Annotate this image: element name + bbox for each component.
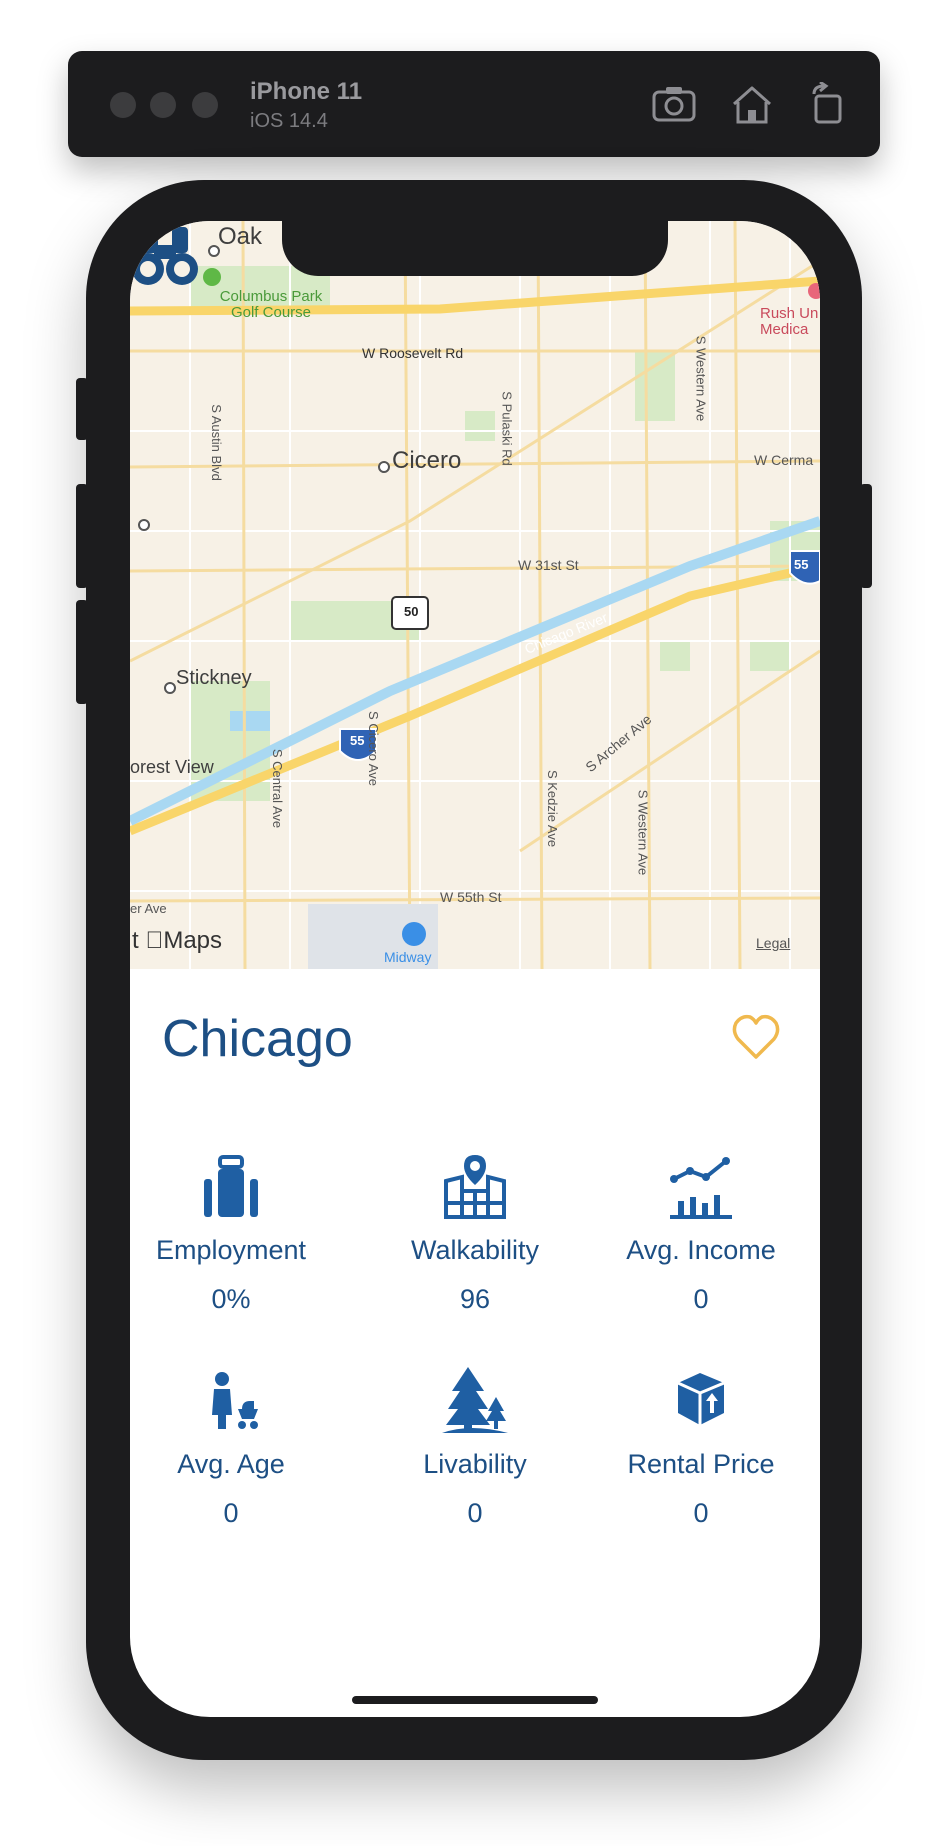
stat-employment: Employment 0%	[130, 1151, 344, 1315]
route-50-shield: 50	[404, 604, 419, 619]
map-label-er-ave: er Ave	[130, 901, 167, 916]
family-icon	[212, 1372, 258, 1429]
map-tiles	[130, 221, 820, 969]
map-label-western-1: S Western Ave	[693, 335, 709, 422]
income-chart-icon	[670, 1157, 732, 1219]
map-label-kedzie: S Kedzie Ave	[545, 769, 561, 848]
device-name: iPhone 11	[250, 78, 363, 105]
map-label-central: S Central Ave	[270, 748, 286, 829]
stat-label: Avg. Age	[177, 1449, 285, 1479]
stat-label: Rental Price	[627, 1449, 775, 1479]
map-label-pulaski: S Pulaski Rd	[499, 391, 515, 466]
window-minimize-button[interactable]	[150, 92, 176, 118]
stat-label: Avg. Income	[626, 1235, 776, 1265]
power-button	[860, 484, 872, 588]
home-icon[interactable]	[728, 82, 776, 126]
stat-value: 96	[459, 1284, 491, 1314]
binoculars-button[interactable]	[130, 221, 200, 291]
window-close-button[interactable]	[110, 92, 136, 118]
screenshot-icon[interactable]	[650, 82, 698, 126]
map-label-w55th: W 55th St	[440, 889, 502, 905]
volume-up-button	[76, 484, 88, 588]
map-label-cicero-ave: S Cicero Ave	[365, 711, 381, 786]
stat-label: Walkability	[410, 1235, 540, 1265]
stat-value: 0	[693, 1284, 709, 1314]
map-label-austin: S Austin Blvd	[208, 404, 224, 481]
app-screen: Oak rk Columbus Park Golf Course Rush Un…	[130, 221, 820, 1717]
map-label-w31st: W 31st St	[518, 557, 579, 573]
boxes-icon	[677, 1373, 725, 1425]
suitcase-icon	[204, 1155, 258, 1217]
stat-value: 0	[693, 1498, 709, 1528]
map-label-cicero: Cicero	[392, 447, 462, 474]
map-label-columbus-park: Columbus Park Golf Course	[219, 288, 323, 321]
map-label-forest-view: orest View	[130, 757, 214, 777]
map-label-stickney: Stickney	[176, 667, 252, 689]
legal-link[interactable]: Legal	[756, 935, 790, 951]
home-indicator[interactable]	[352, 1696, 598, 1704]
map-label-midway: Midway	[384, 949, 432, 965]
interstate-55-shield-a: 55	[350, 733, 365, 748]
interstate-55-shield-b: 55	[794, 557, 809, 572]
favorite-heart-icon[interactable]	[730, 1011, 782, 1063]
stat-label: Livability	[423, 1449, 527, 1479]
stat-walkability: Walkability 96	[362, 1151, 588, 1315]
map-view[interactable]: Oak rk Columbus Park Golf Course Rush Un…	[130, 221, 820, 969]
map-label-roosevelt: W Roosevelt Rd	[362, 345, 464, 361]
map-label-oak: Oak	[218, 223, 263, 250]
stat-value: 0	[223, 1498, 239, 1528]
map-label-rush: Rush Un Medica	[760, 305, 819, 338]
stat-livability: Livability 0	[362, 1365, 588, 1529]
rotate-icon[interactable]	[804, 82, 852, 126]
apple-maps-logo: t Maps	[132, 927, 222, 954]
mute-switch	[76, 378, 88, 440]
os-version: iOS 14.4	[250, 110, 328, 132]
walkability-map-icon	[444, 1155, 506, 1219]
trees-icon	[442, 1367, 508, 1433]
stat-avg-age: Avg. Age 0	[130, 1365, 344, 1529]
volume-down-button	[76, 600, 88, 704]
city-title: Chicago	[162, 1010, 353, 1068]
stat-avg-income: Avg. Income 0	[588, 1151, 814, 1315]
stat-value: 0	[467, 1498, 483, 1528]
map-label-cerma: W Cerma	[754, 452, 814, 468]
notch	[282, 221, 668, 276]
window-zoom-button[interactable]	[192, 92, 218, 118]
stat-value: 0%	[211, 1284, 251, 1314]
stat-label: Employment	[155, 1235, 307, 1265]
stat-rental-price: Rental Price 0	[588, 1365, 814, 1529]
map-label-western-2: S Western Ave	[635, 789, 651, 876]
